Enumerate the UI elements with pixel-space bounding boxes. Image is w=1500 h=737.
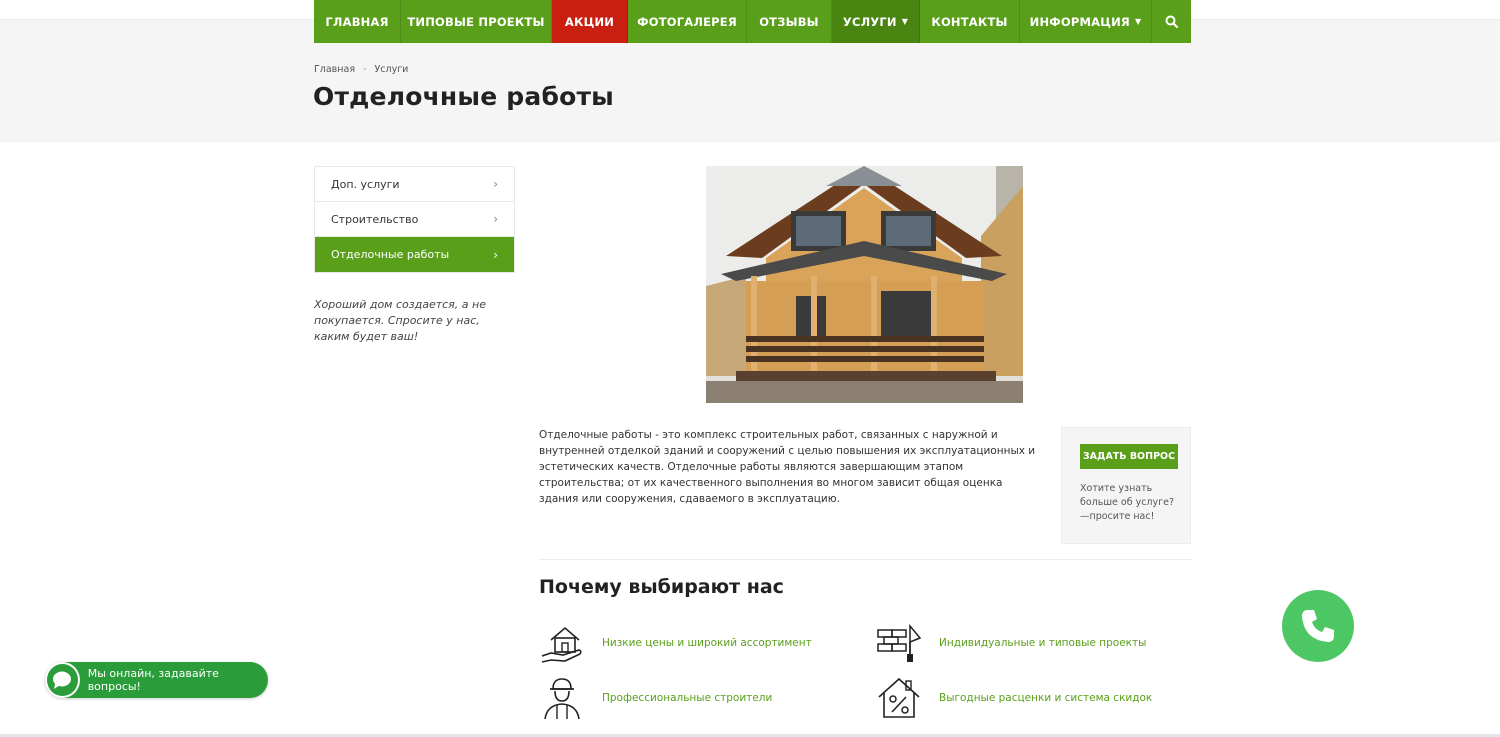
sidebar-item-finishing-works[interactable]: Отделочные работы › [315, 237, 514, 272]
nav-item-gallery[interactable]: ФОТОГАЛЕРЕЯ [628, 0, 747, 43]
page-title: Отделочные работы [313, 82, 614, 111]
sidebar-item-construction[interactable]: Строительство › [315, 202, 514, 237]
chevron-right-icon: › [493, 177, 498, 191]
feature-label: Выгодные расценки и система скидок [939, 692, 1153, 704]
breadcrumb-home[interactable]: Главная [314, 64, 355, 75]
nav-item-reviews[interactable]: ОТЗЫВЫ [747, 0, 832, 43]
nav-item-promotions[interactable]: АКЦИИ [552, 0, 628, 43]
ask-question-box: ЗАДАТЬ ВОПРОС Хотите узнать больше об ус… [1061, 427, 1191, 544]
call-button[interactable] [1282, 590, 1354, 662]
service-photo [706, 166, 1023, 403]
why-us-title: Почему выбирают нас [539, 576, 784, 598]
feature-label: Профессиональные строители [602, 692, 773, 704]
section-divider [539, 559, 1191, 560]
nav-item-contacts[interactable]: КОНТАКТЫ [920, 0, 1020, 43]
sidebar-item-extra-services[interactable]: Доп. услуги › [315, 167, 514, 202]
sidebar-menu: Доп. услуги › Строительство › Отделочные р… [314, 166, 515, 273]
breadcrumb-current[interactable]: Услуги [374, 64, 408, 75]
feature-item: Индивидуальные и типовые проекты [876, 620, 1146, 666]
nav-label: ИНФОРМАЦИЯ [1029, 14, 1130, 29]
bricks-trowel-icon [877, 623, 922, 662]
chat-label: Мы онлайн, задавайте вопросы! [87, 667, 219, 693]
search-button[interactable] [1152, 0, 1191, 43]
builder-icon [544, 678, 580, 720]
nav-label: ГЛАВНАЯ [325, 14, 389, 29]
sidebar-slogan: Хороший дом создается, а не покупается. … [314, 298, 486, 343]
chevron-right-icon: › [493, 212, 498, 226]
nav-label: АКЦИИ [564, 14, 615, 29]
sidebar-item-label: Отделочные работы [331, 248, 450, 261]
nav-label: ОТЗЫВЫ [759, 14, 819, 29]
service-description: Отделочные работы - это комплекс строите… [539, 429, 1036, 505]
main-nav: ГЛАВНАЯ ТИПОВЫЕ ПРОЕКТЫ АКЦИИ ФОТОГАЛЕРЕ… [314, 0, 1191, 43]
chevron-down-icon: ▼ [901, 17, 909, 26]
nav-item-typical-projects[interactable]: ТИПОВЫЕ ПРОЕКТЫ [401, 0, 552, 43]
ask-question-button[interactable]: ЗАДАТЬ ВОПРОС [1080, 444, 1178, 469]
nav-label: УСЛУГИ [842, 14, 897, 29]
feature-label: Низкие цены и широкий ассортимент [602, 637, 812, 649]
breadcrumb-separator: - [363, 64, 367, 75]
feature-item: Выгодные расценки и система скидок [876, 675, 1152, 721]
nav-label: ТИПОВЫЕ ПРОЕКТЫ [407, 14, 545, 29]
feature-label: Индивидуальные и типовые проекты [939, 637, 1147, 649]
feature-item: Низкие цены и широкий ассортимент [539, 620, 812, 666]
sidebar-item-label: Строительство [331, 212, 419, 226]
house-hand-icon [541, 626, 582, 663]
nav-item-info[interactable]: ИНФОРМАЦИЯ ▼ [1020, 0, 1152, 43]
chat-bubble-icon [45, 662, 80, 698]
sidebar-item-label: Доп. услуги [331, 177, 400, 191]
feature-item: Профессиональные строители [539, 675, 772, 721]
nav-label: КОНТАКТЫ [931, 14, 1008, 29]
nav-item-home[interactable]: ГЛАВНАЯ [314, 0, 401, 43]
ask-question-text: Хотите узнать больше об услуге? —просите… [1080, 483, 1175, 522]
online-chat-widget[interactable]: Мы онлайн, задавайте вопросы! [45, 662, 268, 698]
chevron-right-icon: › [493, 247, 498, 262]
nav-label: ФОТОГАЛЕРЕЯ [637, 14, 737, 29]
search-icon [1165, 15, 1178, 28]
nav-item-services[interactable]: УСЛУГИ ▼ [832, 0, 920, 43]
house-percent-icon [878, 677, 920, 718]
phone-icon [1302, 610, 1334, 642]
breadcrumb: Главная - Услуги [314, 64, 408, 75]
chevron-down-icon: ▼ [1135, 17, 1142, 26]
